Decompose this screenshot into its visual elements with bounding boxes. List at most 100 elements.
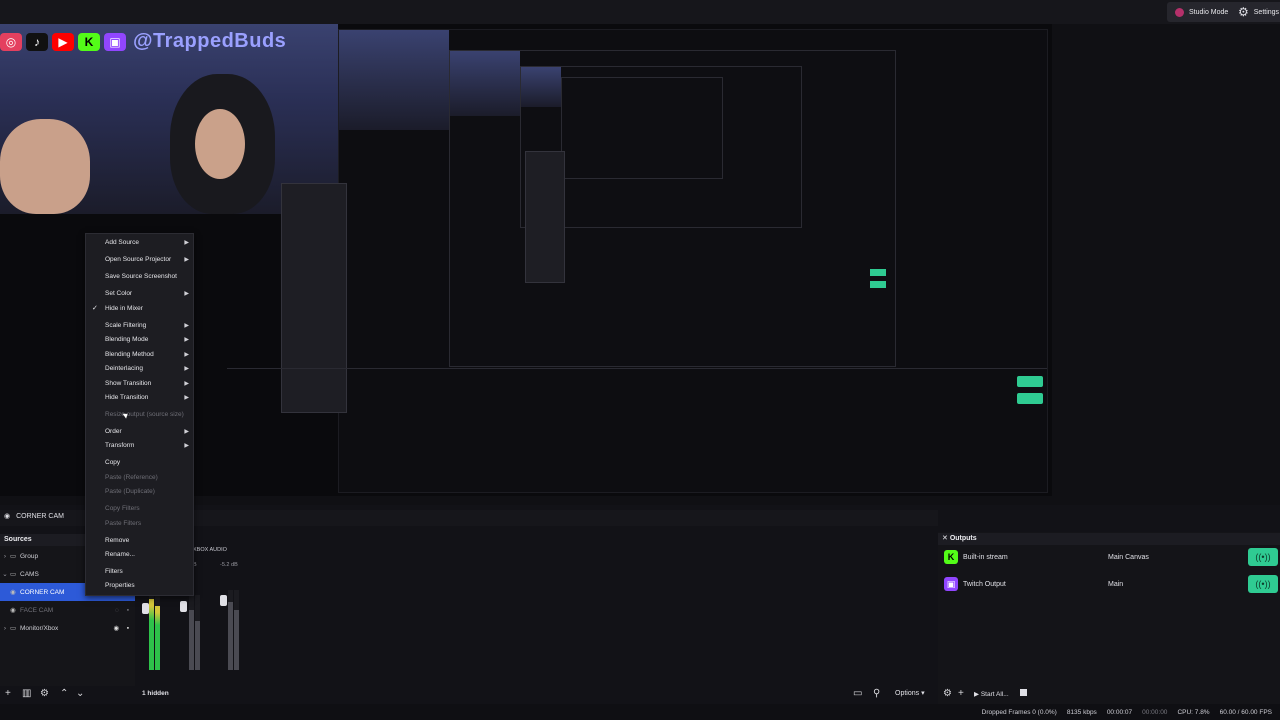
chevron-down-icon[interactable]: ⌄ xyxy=(76,689,84,699)
link-icon[interactable]: ⚲ xyxy=(873,689,880,699)
social-overlay: ◎ ♪ ▶ K ▣ @TrappedBuds xyxy=(0,30,286,53)
menu-rename[interactable]: Rename... xyxy=(86,548,193,562)
volume-fader[interactable] xyxy=(220,595,227,606)
menu-add-source[interactable]: Add Source ▶ xyxy=(86,236,193,250)
go-live-button[interactable]: ((•)) xyxy=(1248,575,1278,593)
source-context-menu: Add Source ▶ Open Source Projector ▶ Save … xyxy=(85,233,194,596)
menu-blending-mode[interactable]: Blending Mode ▶ xyxy=(86,333,193,347)
nested-go-live xyxy=(870,281,886,288)
chevron-right-icon: ▶ xyxy=(184,240,189,246)
status-bar: Dropped Frames 0 (0.0%) 8135 kbps 00:00:… xyxy=(0,704,1280,720)
menu-paste-reference: Paste (Reference) xyxy=(105,474,158,481)
volume-fader[interactable] xyxy=(142,603,149,614)
start-all-button[interactable]: ▶ Start All... xyxy=(974,690,1009,698)
menu-hide-in-mixer[interactable]: ✓ Hide in Mixer xyxy=(86,302,193,316)
menu-remove[interactable]: Remove xyxy=(86,534,193,548)
nested-preview-window xyxy=(227,29,1048,493)
menu-copy[interactable]: Copy xyxy=(86,456,193,470)
chevron-right-icon: ▶ xyxy=(184,352,189,358)
kick-icon: K xyxy=(944,550,958,564)
studio-mode-label: Studio Mode xyxy=(1189,8,1229,16)
output-canvas: Main Canvas xyxy=(1108,553,1149,561)
camera-icon: ◉ xyxy=(4,513,11,520)
chevron-right-icon: ▶ xyxy=(184,291,189,297)
caret-right-icon[interactable]: › xyxy=(0,625,10,632)
menu-open-source-projector[interactable]: Open Source Projector ▶ xyxy=(86,253,193,267)
output-row-twitch[interactable]: ▣ Twitch Output Main ((•)) xyxy=(940,573,1280,595)
source-label: FACE CAM xyxy=(20,606,54,614)
chevron-right-icon: ▶ xyxy=(184,381,189,387)
gear-icon: ⚙ xyxy=(1238,5,1249,19)
volume-meter xyxy=(189,595,194,670)
menu-set-color[interactable]: Set Color ▶ xyxy=(86,287,193,301)
volume-meter xyxy=(149,595,154,670)
options-dropdown[interactable]: Options ▾ xyxy=(895,689,925,697)
source-label: Group xyxy=(20,552,39,560)
nested-preview-window-2 xyxy=(449,50,896,367)
volume-meter xyxy=(234,590,239,670)
close-icon[interactable]: ✕ xyxy=(942,535,948,542)
overlay-handle: @TrappedBuds xyxy=(133,30,287,52)
caret-right-icon[interactable]: › xyxy=(0,553,10,560)
volume-meter xyxy=(195,595,200,670)
gear-icon[interactable]: ⚙ xyxy=(943,689,952,699)
menu-transform[interactable]: Transform ▶ xyxy=(86,439,193,453)
chevron-right-icon: ▶ xyxy=(184,429,189,435)
menu-order[interactable]: Order ▶ xyxy=(86,425,193,439)
menu-filters[interactable]: Filters xyxy=(86,565,193,579)
scene-tab[interactable]: ◉ CORNER CAM xyxy=(4,512,64,521)
nested-preview-window-4 xyxy=(561,77,723,179)
settings-button[interactable]: ⚙ Settings xyxy=(1230,2,1280,22)
folder-icon: ▭ xyxy=(10,553,17,560)
source-row-monitor[interactable]: › ▭ Monitor/Xbox ◉ ▪ xyxy=(0,619,135,637)
eye-icon[interactable]: ◉ xyxy=(113,624,119,632)
menu-deinterlacing[interactable]: Deinterlacing ▶ xyxy=(86,362,193,376)
dropped-frames: Dropped Frames 0 (0.0%) xyxy=(981,708,1057,716)
stop-icon[interactable] xyxy=(1020,689,1027,696)
source-label: Monitor/Xbox xyxy=(20,624,59,632)
top-bar: Studio Mode ⚙ Settings xyxy=(0,0,1280,24)
output-name: Built-in stream xyxy=(963,553,1008,561)
menu-show-transition[interactable]: Show Transition ▶ xyxy=(86,377,193,391)
output-name: Twitch Output xyxy=(963,580,1006,588)
nested-cam-feed xyxy=(339,30,449,130)
add-icon[interactable]: + xyxy=(5,689,11,699)
volume-fader[interactable] xyxy=(180,601,187,612)
trash-icon[interactable]: ▥ xyxy=(22,689,31,699)
chevron-right-icon: ▶ xyxy=(184,395,189,401)
menu-paste-duplicate: Paste (Duplicate) xyxy=(105,488,155,495)
source-label: CAMS xyxy=(20,570,39,578)
lock-icon[interactable]: ▪ xyxy=(127,607,129,614)
layout-icon[interactable]: ▭ xyxy=(853,689,862,699)
source-label: CORNER CAM xyxy=(20,588,65,596)
tiktok-icon: ♪ xyxy=(26,32,48,51)
nested-go-live xyxy=(1017,393,1043,404)
lock-icon[interactable]: ▪ xyxy=(127,625,129,632)
menu-scale-filtering[interactable]: Scale Filtering ▶ xyxy=(86,319,193,333)
twitch-icon: ▣ xyxy=(944,577,958,591)
bitrate: 8135 kbps xyxy=(1066,708,1097,716)
studio-mode-button[interactable]: Studio Mode xyxy=(1167,2,1237,22)
nested-cam-feed-2 xyxy=(450,51,520,116)
check-icon: ✓ xyxy=(92,305,98,312)
caret-down-icon[interactable]: ⌄ xyxy=(0,570,10,578)
bottom-toolbar xyxy=(0,686,938,702)
add-icon[interactable]: + xyxy=(958,689,964,699)
eye-hidden-icon[interactable]: ◌ xyxy=(115,607,119,614)
nested-divider xyxy=(227,368,1047,369)
go-live-button[interactable]: ((•)) xyxy=(1248,548,1278,566)
nested-cam-feed-3 xyxy=(521,67,561,107)
nested-context-menu xyxy=(525,151,565,283)
menu-save-source-screenshot[interactable]: Save Source Screenshot xyxy=(86,270,193,284)
chevron-right-icon: ▶ xyxy=(184,337,189,343)
chevron-up-icon[interactable]: ⌃ xyxy=(60,689,68,699)
output-row-kick[interactable]: K Built-in stream Main Canvas ((•)) xyxy=(940,546,1280,568)
nested-go-live xyxy=(1017,376,1043,387)
source-row-face-cam[interactable]: ◉ FACE CAM ◌ ▪ xyxy=(0,601,135,619)
menu-paste-filters: Paste Filters xyxy=(105,520,142,527)
menu-blending-method[interactable]: Blending Method ▶ xyxy=(86,348,193,362)
menu-hide-transition[interactable]: Hide Transition ▶ xyxy=(86,391,193,405)
menu-properties[interactable]: Properties xyxy=(86,579,193,593)
folder-icon: ▭ xyxy=(10,625,17,632)
gear-icon[interactable]: ⚙ xyxy=(40,689,49,699)
